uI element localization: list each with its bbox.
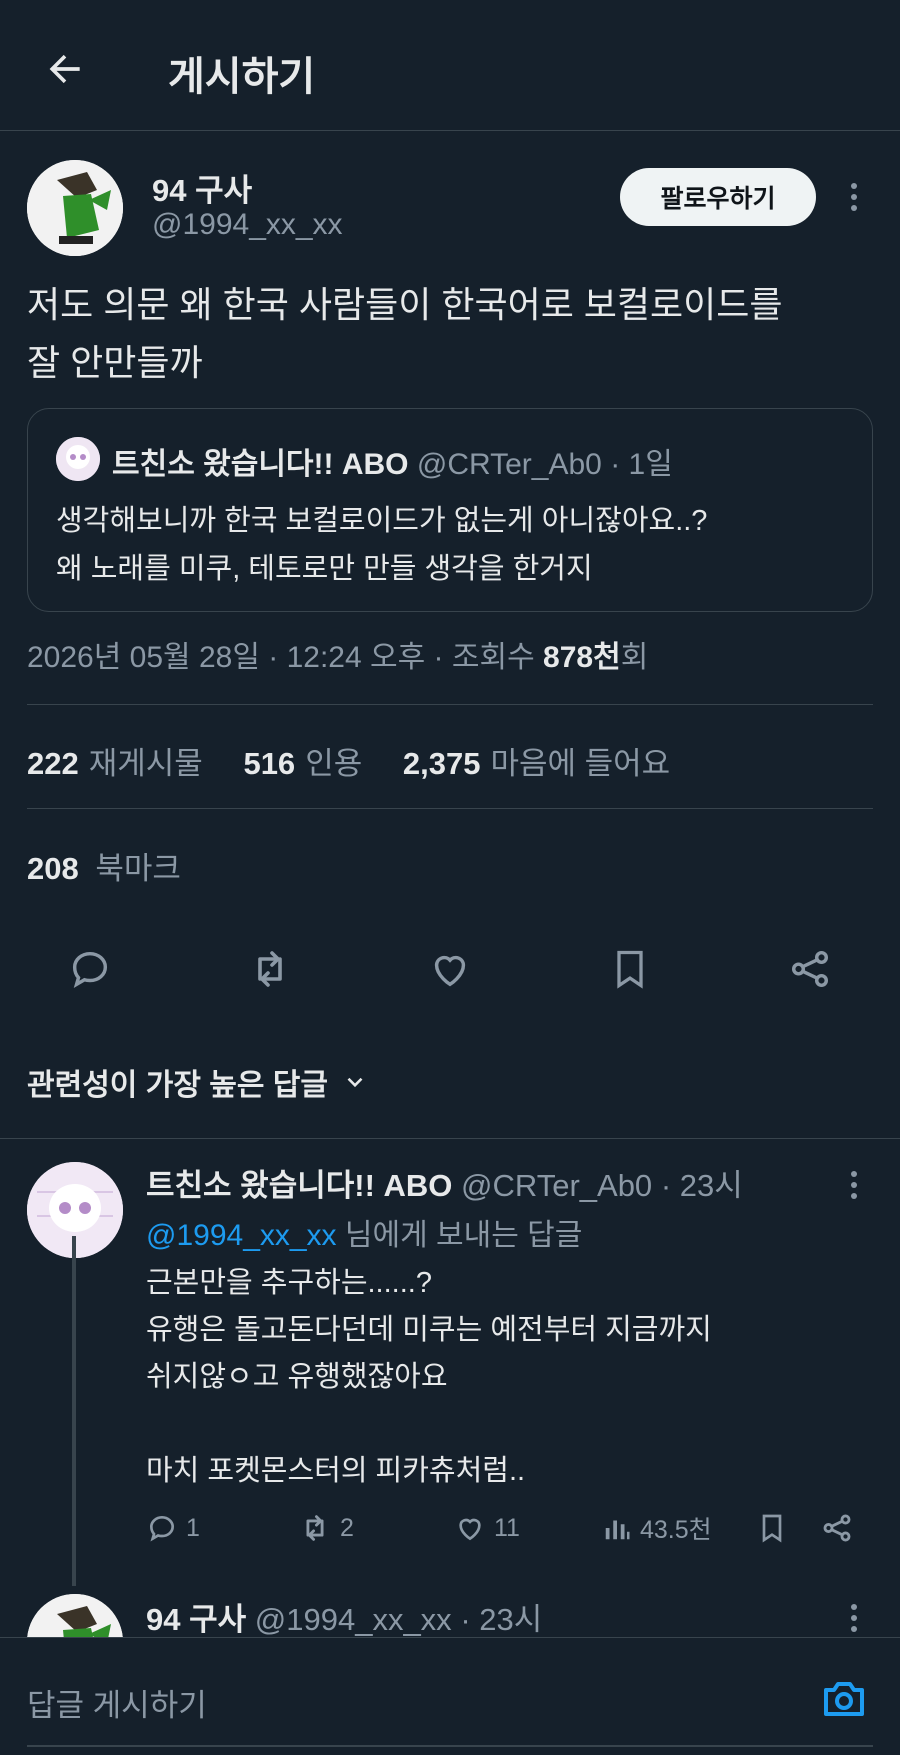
more-options-icon[interactable]	[842, 177, 866, 217]
reply-repost-action[interactable]: 2	[298, 1508, 354, 1548]
bookmarks-count[interactable]: 208	[27, 851, 79, 886]
reply-to-mention[interactable]: @1994_xx_xx	[146, 1219, 337, 1252]
reply-views-count: 43.5천	[640, 1516, 712, 1544]
reply2-header: 94 구사 @1994_xx_xx · 23시	[146, 1594, 542, 1639]
reply-input[interactable]: 답글 게시하기	[27, 1680, 207, 1725]
repost-icon	[306, 1515, 324, 1541]
quote-header: 트친소 왔습니다!! ABO @CRTer_Ab0 · 1일	[112, 439, 673, 483]
reply-likes-count: 11	[494, 1513, 520, 1542]
follow-button[interactable]: 팔로우하기	[620, 168, 816, 226]
quote-author-handle: @CRTer_Ab0	[416, 448, 602, 481]
reply-text-blank	[146, 1401, 712, 1448]
repost-icon[interactable]	[242, 941, 298, 997]
author-handle[interactable]: @1994_xx_xx	[152, 208, 343, 242]
reply2-author-handle[interactable]: @1994_xx_xx	[255, 1602, 452, 1637]
quote-text: 생각해보니까 한국 보컬로이드가 없는게 아니잖아요..? 왜 노래를 미쿠, …	[56, 497, 707, 593]
divider	[27, 704, 873, 705]
reply-replies-count: 1	[186, 1513, 200, 1542]
post-text: 저도 의문 왜 한국 사람들이 한국어로 보컬로이드를 잘 안만들까	[27, 276, 877, 392]
reply-author-handle[interactable]: @CRTer_Ab0	[461, 1168, 652, 1203]
page-title: 게시하기	[168, 55, 316, 99]
reply-author-name[interactable]: 트친소 왔습니다!! ABO	[146, 1168, 452, 1203]
reply-composer: 답글 게시하기	[0, 1637, 900, 1755]
like-icon[interactable]	[422, 941, 478, 997]
divider	[27, 808, 873, 809]
quotes-count[interactable]: 516	[243, 746, 295, 781]
quoted-post[interactable]: 트친소 왔습니다!! ABO @CRTer_Ab0 · 1일 생각해보니까 한국…	[27, 408, 873, 612]
author-avatar[interactable]	[27, 160, 123, 256]
reply-reposts-count: 2	[340, 1513, 354, 1542]
divider	[0, 1138, 900, 1139]
likes-count[interactable]: 2,375	[403, 746, 481, 781]
post-text-line: 잘 안만들까	[27, 342, 203, 383]
quotes-label[interactable]: 인용	[305, 746, 362, 781]
timestamp-text: 2026년 05월 28일 · 12:24 오후 · 조회수	[27, 641, 535, 674]
reply-more-options-icon[interactable]	[842, 1165, 866, 1205]
reply-reply-action[interactable]: 1	[146, 1508, 200, 1548]
reply2-author-name[interactable]: 94 구사	[146, 1602, 246, 1637]
reply-bookmark-icon[interactable]	[756, 1508, 788, 1548]
bookmarks-stat: 208 북마크	[27, 843, 181, 888]
share-icon[interactable]	[782, 941, 838, 997]
reply-sort-dropdown[interactable]: 관련성이 가장 높은 답글	[27, 1060, 368, 1104]
reply-text-line: 쉬지않ㅇ고 유행했잖아요	[146, 1361, 448, 1393]
engagement-stats: 222 재게시물 516 인용 2,375 마음에 들어요	[27, 738, 702, 783]
thread-connector	[72, 1236, 76, 1586]
camera-icon[interactable]	[820, 1674, 868, 1722]
reply-time[interactable]: · 23시	[661, 1168, 743, 1203]
quote-author-avatar	[56, 437, 100, 481]
views-bar-chart-icon	[605, 1520, 630, 1540]
reply-text-line: 마치 포켓몬스터의 피카츄처럼..	[146, 1455, 526, 1487]
reposts-count[interactable]: 222	[27, 746, 79, 781]
reply-icon	[149, 1516, 175, 1542]
reply-like-action[interactable]: 11	[454, 1508, 520, 1548]
replying-to: @1994_xx_xx 님에게 보내는 답글	[146, 1210, 582, 1254]
view-count: 878천	[543, 641, 621, 674]
composer-underline	[27, 1745, 873, 1747]
reply-share-icon[interactable]	[820, 1508, 854, 1548]
sort-label: 관련성이 가장 높은 답글	[27, 1069, 329, 1102]
quote-text-line: 생각해보니까 한국 보컬로이드가 없는게 아니잖아요..?	[56, 505, 708, 537]
quote-time: · 1일	[610, 448, 673, 481]
quote-text-line: 왜 노래를 미쿠, 테토로만 만들 생각을 한거지	[56, 553, 593, 585]
post-timestamp: 2026년 05월 28일 · 12:24 오후 · 조회수 878천회	[27, 632, 648, 676]
reply2-time[interactable]: · 23시	[460, 1602, 542, 1637]
author-name[interactable]: 94 구사	[152, 165, 252, 210]
chevron-down-icon	[347, 1077, 363, 1088]
reply-icon[interactable]	[62, 941, 118, 997]
like-icon	[459, 1518, 481, 1541]
reply2-more-options-icon[interactable]	[842, 1598, 866, 1638]
top-bar: 게시하기	[0, 0, 900, 131]
reply-to-suffix: 님에게 보내는 답글	[344, 1219, 583, 1252]
reply-text: 근본만을 추구하는......? 유행은 돌고돈다던데 미쿠는 예전부터 지금까…	[146, 1260, 712, 1495]
bookmarks-label[interactable]: 북마크	[95, 851, 181, 886]
reposts-label[interactable]: 재게시물	[89, 746, 203, 781]
reply-text-line: 유행은 돌고돈다던데 미쿠는 예전부터 지금까지	[146, 1314, 712, 1346]
reply-header: 트친소 왔습니다!! ABO @CRTer_Ab0 · 23시	[146, 1160, 743, 1205]
post-text-line: 저도 의문 왜 한국 사람들이 한국어로 보컬로이드를	[27, 284, 783, 325]
bookmark-icon[interactable]	[602, 941, 658, 997]
view-count-suffix: 회	[620, 641, 649, 674]
quote-author-name: 트친소 왔습니다!! ABO	[112, 448, 409, 481]
likes-label[interactable]: 마음에 들어요	[490, 746, 670, 781]
back-arrow-icon[interactable]	[40, 44, 90, 94]
reply-text-line: 근본만을 추구하는......?	[146, 1267, 432, 1299]
reply-views-action[interactable]: 43.5천	[602, 1508, 712, 1548]
